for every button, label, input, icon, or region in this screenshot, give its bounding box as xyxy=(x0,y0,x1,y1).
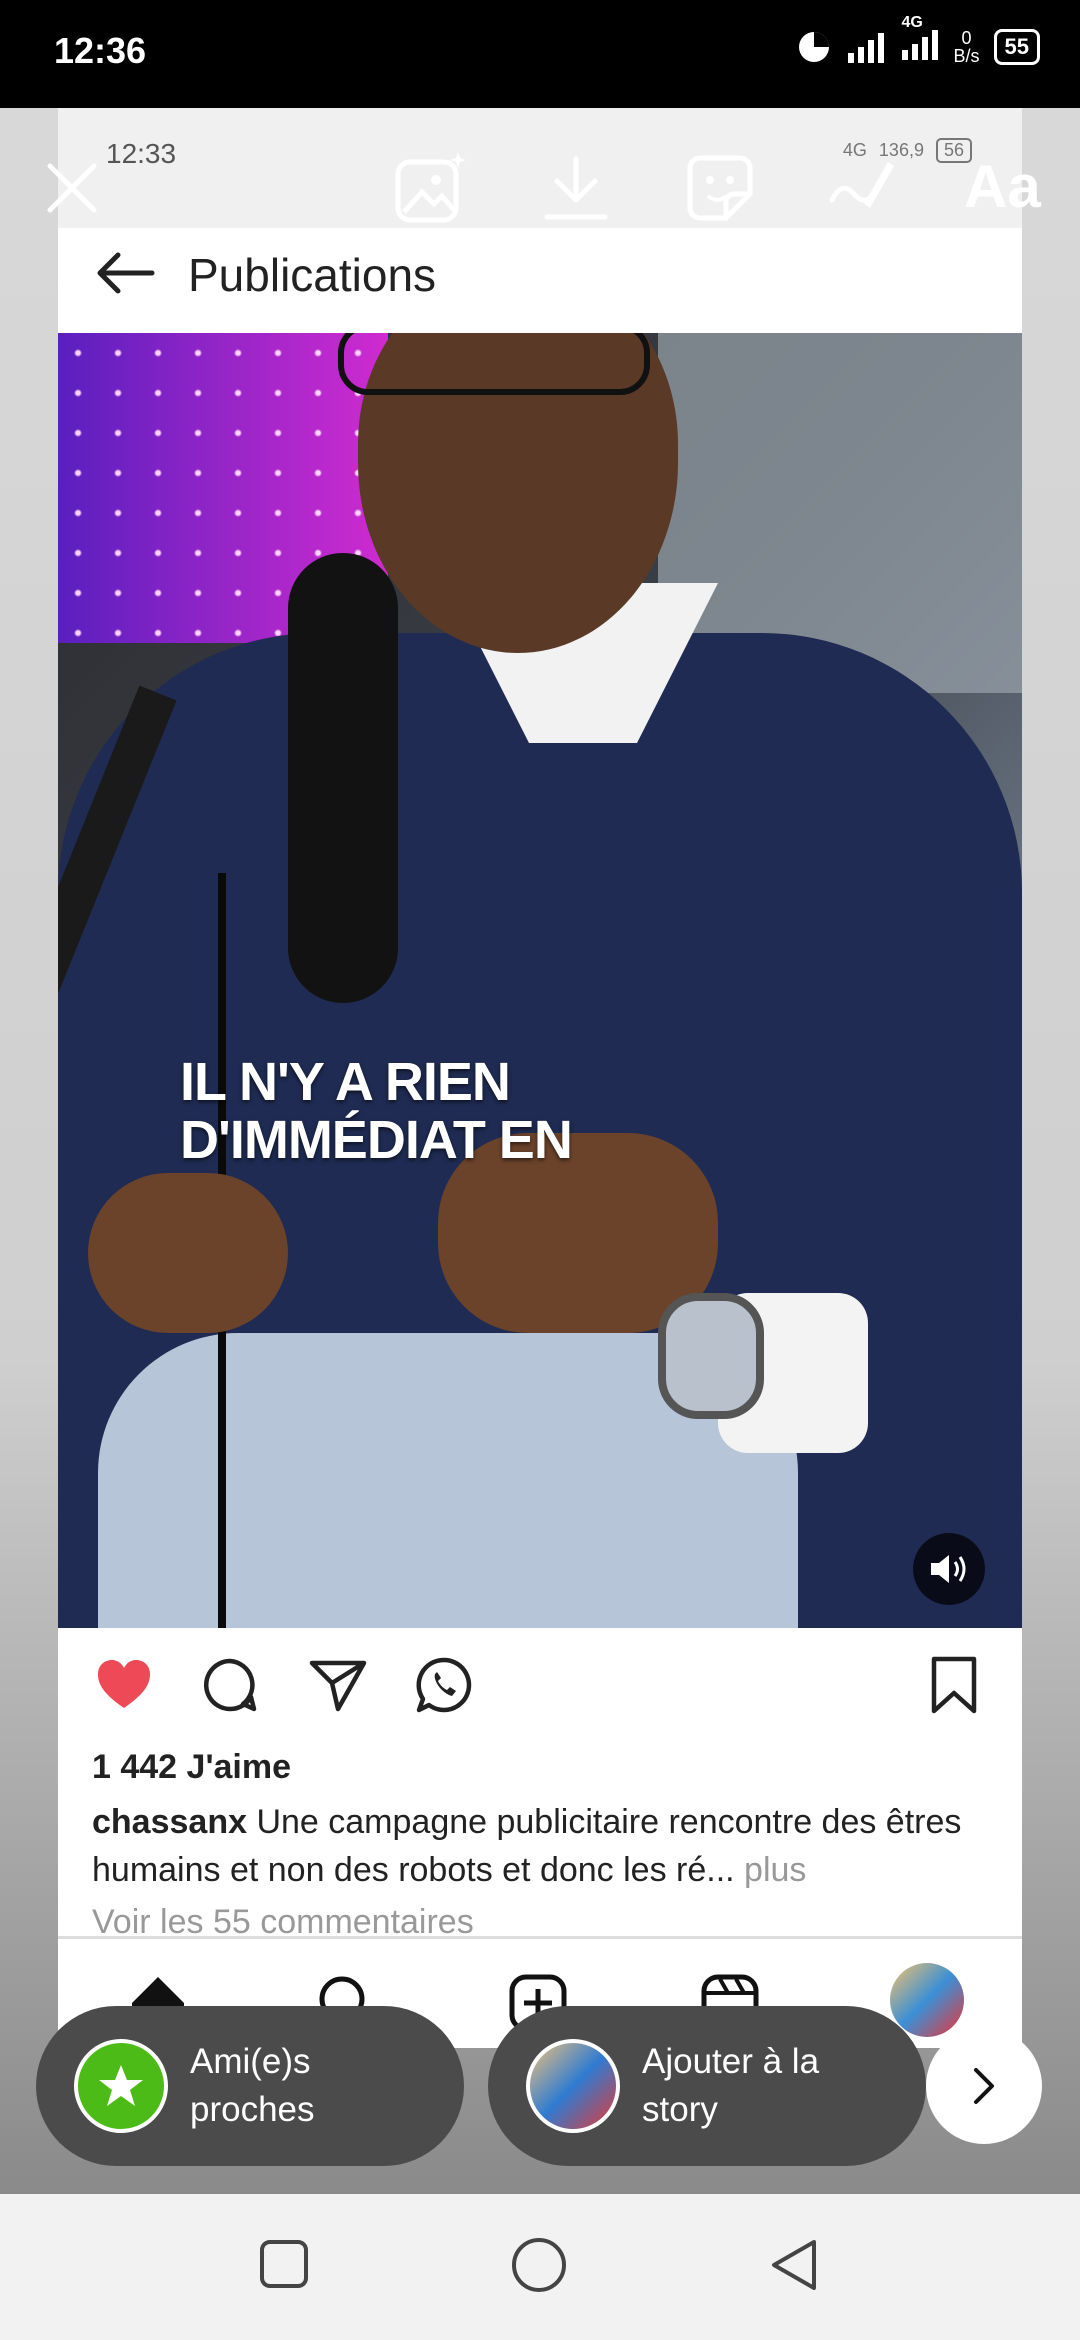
close-friends-label: Ami(e)s proches xyxy=(190,2042,315,2129)
video-caption: IL N'Y A RIEN D'IMMÉDIAT EN xyxy=(180,1052,573,1170)
draw-icon xyxy=(829,162,894,208)
signal-icon xyxy=(847,32,884,63)
close-icon xyxy=(47,163,97,213)
left-hand xyxy=(88,1173,288,1333)
story-toolbar: Aa xyxy=(0,138,1080,258)
battery-indicator: 55 xyxy=(993,28,1040,65)
chevron-right-icon xyxy=(974,2068,994,2104)
add-photo-button[interactable] xyxy=(390,148,470,228)
sound-button[interactable] xyxy=(913,1533,985,1605)
status-time: 12:36 xyxy=(54,30,147,71)
download-icon xyxy=(544,156,608,220)
heart-icon[interactable] xyxy=(94,1655,154,1715)
status-icons: 4G 0 B/s 55 xyxy=(796,14,1040,65)
profile-avatar[interactable] xyxy=(890,1963,964,2037)
close-friends-button[interactable]: Ami(e)s proches xyxy=(36,2006,464,2166)
share-icon[interactable] xyxy=(308,1655,368,1715)
data-rate-value: 0 xyxy=(961,27,972,48)
microphone xyxy=(288,553,398,1003)
add-photo-sparkle-icon xyxy=(395,152,466,223)
add-to-story-label: Ajouter à la story xyxy=(642,2042,820,2129)
sticker-button[interactable] xyxy=(680,148,760,228)
draw-button[interactable] xyxy=(820,148,900,228)
wristwatch xyxy=(658,1293,764,1419)
whatsapp-icon[interactable] xyxy=(414,1655,474,1715)
network-type: 4G xyxy=(901,14,923,31)
sticker-icon xyxy=(687,155,753,221)
divider xyxy=(58,1936,1022,1939)
text-tool-button[interactable]: Aa xyxy=(964,152,1041,221)
star-icon xyxy=(99,2065,143,2106)
add-to-story-button[interactable]: Ajouter à la story xyxy=(488,2006,926,2166)
story-editor-canvas: 12:33 4G 136,9 56 Publications IL N'Y A … xyxy=(0,108,1080,2194)
android-nav-bar xyxy=(0,2194,1080,2340)
post-username[interactable]: chassanx xyxy=(92,1803,247,1841)
data-rate: 0 B/s xyxy=(954,29,980,65)
close-friends-badge xyxy=(74,2039,168,2133)
user-avatar xyxy=(526,2039,620,2133)
data-saver-icon xyxy=(798,31,829,62)
home-circle-icon[interactable] xyxy=(510,2236,568,2294)
likes-count[interactable]: 1 442 J'aime xyxy=(92,1748,291,1787)
post-actions xyxy=(58,1633,1022,1733)
status-bar: 12:36 4G 0 B/s 55 xyxy=(0,0,1080,108)
close-button[interactable] xyxy=(32,148,112,228)
download-button[interactable] xyxy=(536,148,616,228)
back-triangle-icon[interactable] xyxy=(766,2236,822,2294)
post-caption: chassanx Une campagne publicitaire renco… xyxy=(92,1798,992,1894)
caption-ellipsis: ... xyxy=(706,1851,735,1889)
glasses xyxy=(338,333,650,395)
shared-screenshot[interactable]: 12:33 4G 136,9 56 Publications IL N'Y A … xyxy=(58,108,1022,2048)
recents-icon[interactable] xyxy=(258,2238,310,2290)
post-video[interactable]: IL N'Y A RIEN D'IMMÉDIAT EN xyxy=(58,333,1022,1628)
bookmark-icon[interactable] xyxy=(924,1655,984,1715)
data-rate-unit: B/s xyxy=(953,45,980,66)
next-button[interactable] xyxy=(926,2028,1042,2144)
comment-icon[interactable] xyxy=(200,1655,260,1715)
signal-4g-icon xyxy=(901,30,938,60)
caption-more-link[interactable]: plus xyxy=(735,1851,806,1889)
speaker-icon xyxy=(931,1555,966,1583)
